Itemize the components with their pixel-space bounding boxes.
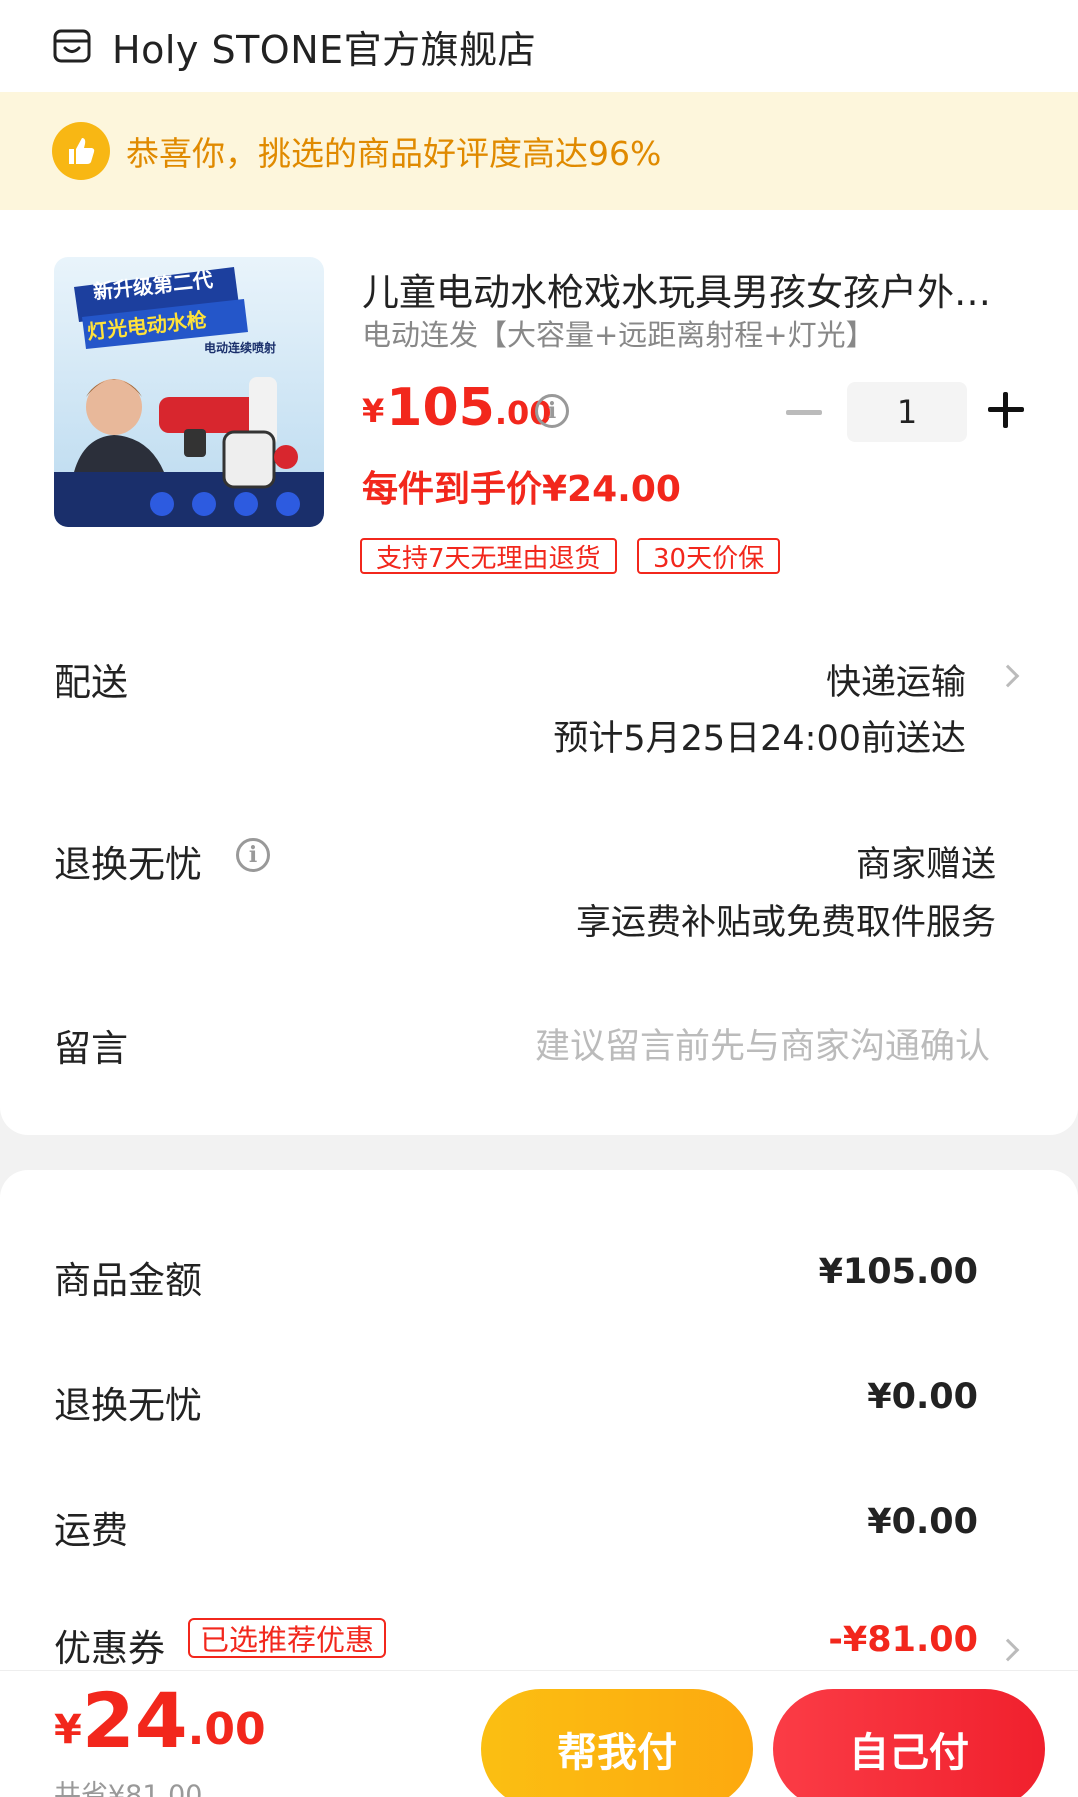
order-card: 新升级第二代 灯光电动水枪 电动连续喷射 儿童电动水枪戏水玩具男孩女孩户外… 电…	[0, 210, 1078, 1135]
price-currency: ¥	[362, 392, 385, 430]
chevron-right-icon[interactable]	[996, 1638, 1020, 1662]
price-info-icon[interactable]: i	[535, 394, 569, 428]
coupon-value[interactable]: -¥81.00	[828, 1620, 978, 1660]
return-service-desc: 享运费补贴或免费取件服务	[575, 903, 996, 943]
subtotal-value: ¥105.00	[818, 1252, 978, 1292]
quantity-decrease-button[interactable]	[786, 410, 822, 415]
fee-summary-card: 商品金额 ¥105.00 退换无忧 ¥0.00 运费 ¥0.00 优惠券 已选推…	[0, 1170, 1078, 1670]
total-integer: 24	[81, 1676, 188, 1765]
delivery-method[interactable]: 快递运输	[826, 654, 966, 705]
product-title[interactable]: 儿童电动水枪戏水玩具男孩女孩户外…	[362, 262, 1022, 316]
return-fee-value: ¥0.00	[867, 1377, 978, 1417]
total-decimal: .00	[187, 1704, 266, 1755]
shipping-value: ¥0.00	[867, 1502, 978, 1542]
unit-price: ¥ 105 .00	[362, 380, 552, 436]
store-header[interactable]: Holy STONE官方旗舰店	[0, 0, 1078, 92]
help-pay-button[interactable]: 帮我付	[481, 1689, 753, 1797]
message-label: 留言	[54, 1027, 128, 1070]
banner-text: 恭喜你，挑选的商品好评度高达96%	[126, 134, 662, 173]
return-service-info-icon[interactable]: i	[236, 838, 270, 872]
product-variant[interactable]: 电动连发【大容量+远距离射程+灯光】	[362, 312, 875, 354]
quantity-input[interactable]: 1	[847, 382, 967, 442]
store-name: Holy STONE官方旗舰店	[112, 27, 537, 72]
delivery-eta: 预计5月25日24:00前送达	[553, 719, 966, 759]
return-policy-tag: 支持7天无理由退货	[360, 538, 617, 574]
chevron-right-icon[interactable]	[996, 664, 1020, 688]
delivery-label: 配送	[54, 661, 128, 704]
payment-bar: ¥ 24 .00 共省¥81.00 帮我付 自己付	[0, 1670, 1078, 1797]
shipping-label: 运费	[54, 1509, 128, 1552]
coupon-selected-tag: 已选推荐优惠	[188, 1618, 387, 1658]
review-banner: 恭喜你，挑选的商品好评度高达96%	[0, 92, 1078, 210]
quantity-increase-button[interactable]	[988, 392, 1024, 428]
store-icon	[53, 29, 91, 63]
price-protection-tag: 30天价保	[637, 538, 781, 574]
saved-amount: 共省¥81.00	[54, 1780, 203, 1797]
thumbs-up-icon	[52, 122, 110, 180]
coupon-label: 优惠券	[54, 1627, 165, 1670]
return-service-value: 商家赠送	[855, 845, 996, 885]
final-unit-price: 每件到手价¥24.00	[362, 469, 681, 510]
return-service-label: 退换无忧	[54, 843, 202, 886]
image-caption-3: 电动连续喷射	[204, 340, 276, 355]
price-integer: 105	[386, 378, 495, 438]
total-currency: ¥	[54, 1707, 82, 1753]
total-price: ¥ 24 .00	[54, 1681, 266, 1761]
return-fee-label: 退换无忧	[54, 1384, 202, 1427]
message-input[interactable]: 建议留言前先与商家沟通确认	[535, 1018, 990, 1069]
self-pay-button[interactable]: 自己付	[773, 1689, 1045, 1797]
product-image[interactable]: 新升级第二代 灯光电动水枪 电动连续喷射	[54, 257, 324, 527]
subtotal-label: 商品金额	[54, 1259, 202, 1302]
